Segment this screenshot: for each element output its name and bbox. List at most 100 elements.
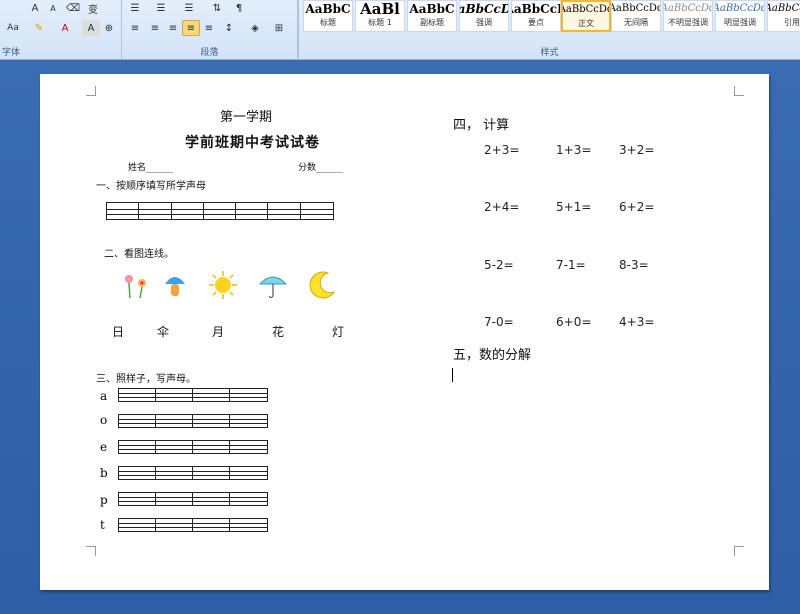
line-spacing-icon[interactable]: ↕ (220, 20, 238, 36)
font-color-icon[interactable]: A (56, 20, 74, 36)
phonetic-guide-icon[interactable]: 变 (84, 0, 102, 16)
calc-item: 5-2= (484, 258, 514, 272)
shrink-font-icon[interactable]: A (44, 0, 62, 16)
grid-cell (236, 203, 269, 219)
style-name: 明显强调 (724, 18, 756, 27)
pinyin-letter: b (100, 466, 108, 480)
style-option[interactable]: AaBbCcDd 正文 (561, 0, 611, 32)
shading-icon[interactable]: ◈ (246, 20, 264, 36)
style-name: 标题 (320, 18, 336, 27)
distributed-icon[interactable]: ≡ (200, 20, 218, 36)
calc-item: 4+3= (619, 315, 655, 329)
pinyin-grid (118, 466, 268, 480)
moon-icon (308, 270, 338, 300)
style-option[interactable]: AaBbCcDd 明显强调 (715, 0, 765, 32)
char-moon: 月 (212, 325, 225, 339)
calc-item: 8-3= (619, 258, 649, 272)
margin-corner-mark (734, 546, 744, 556)
style-option[interactable]: AaBl 标题 1 (355, 0, 405, 32)
style-sample: AaBbC (305, 2, 351, 16)
style-option[interactable]: AaBbC 副标题 (407, 0, 457, 32)
style-option[interactable]: AaBbC 标题 (303, 0, 353, 32)
grid-cell (300, 203, 333, 219)
sort-icon[interactable]: ⇅ (208, 0, 226, 16)
char-sun: 日 (112, 325, 125, 339)
pinyin-letter: t (100, 518, 105, 532)
style-sample: AaBbCcDd (561, 4, 611, 15)
margin-corner-mark (86, 86, 96, 96)
style-option[interactable]: AaBbCcDd 强调 (459, 0, 509, 32)
show-marks-icon[interactable]: ¶ (230, 0, 248, 16)
name-field: 姓名______ (128, 163, 174, 173)
style-sample: AaBbCcDd (611, 3, 661, 14)
section-2-heading: 二、看图连线。 (104, 249, 174, 260)
document-page[interactable]: 第一学期 学前班期中考试试卷 姓名______ 分数______ 一、按顺序填写… (40, 74, 769, 590)
section-4-heading: 四， 计算 (453, 118, 510, 133)
style-sample: AaBbCcDd (715, 3, 765, 14)
calc-item: 1+3= (556, 143, 592, 157)
pinyin-grid (118, 440, 268, 454)
font-group-label: 字体 (2, 48, 21, 58)
writing-grid (106, 202, 334, 220)
margin-corner-mark (86, 546, 96, 556)
style-option[interactable]: AaBbCcD 要点 (511, 0, 561, 32)
umbrella-icon (258, 270, 288, 300)
pinyin-letter: e (100, 440, 108, 454)
calc-item: 6+2= (619, 200, 655, 214)
pinyin-grid (118, 518, 268, 532)
style-name: 强调 (476, 18, 492, 27)
bullets-icon[interactable]: ☰ (126, 0, 144, 16)
calc-item: 2+3= (484, 143, 520, 157)
styles-gallery: 样式 AaBbC标题AaBl标题 1AaBbC副标题AaBbCcDd强调AaBb… (298, 0, 800, 60)
grow-font-icon[interactable]: A (26, 0, 44, 16)
font-group: A A ⌫ 变 Aa ✎ A A ⊕ 字体 (0, 0, 122, 60)
section-3-heading: 三、照样子，写声母。 (96, 374, 196, 385)
change-case-icon[interactable]: Aa (4, 20, 22, 36)
calc-item: 6+0= (556, 315, 592, 329)
style-sample: AaBbC (409, 2, 455, 16)
style-sample: AaBl (360, 0, 400, 18)
calc-item: 7-0= (484, 315, 514, 329)
borders-icon[interactable]: ⊞ (270, 20, 288, 36)
pinyin-grid (118, 492, 268, 506)
section-1-heading: 一、按顺序填写所学声母 (96, 181, 206, 192)
style-name: 不明显强调 (668, 18, 708, 27)
style-option[interactable]: AaBbCcDd 引用 (767, 0, 800, 32)
align-center-icon[interactable]: ≡ (146, 20, 164, 36)
justify-icon[interactable]: ≡ (182, 20, 200, 36)
enclose-char-icon[interactable]: ⊕ (100, 20, 118, 36)
char-umbrella: 伞 (157, 325, 170, 339)
style-name: 引用 (784, 18, 800, 27)
style-name: 副标题 (420, 18, 444, 27)
numbering-icon[interactable]: ☰ (152, 0, 170, 16)
style-sample: AaBbCcD (512, 2, 560, 16)
style-name: 无间隔 (624, 18, 648, 27)
pinyin-grid (118, 414, 268, 428)
grid-cell (107, 203, 140, 219)
style-option[interactable]: AaBbCcDd 不明显强调 (663, 0, 713, 32)
grid-cell (171, 203, 204, 219)
score-field: 分数______ (298, 163, 344, 173)
style-name: 标题 1 (368, 18, 392, 27)
styles-group-label: 样式 (540, 48, 559, 58)
clear-format-icon[interactable]: ⌫ (64, 0, 82, 16)
highlight-icon[interactable]: ✎ (30, 20, 48, 36)
multilevel-list-icon[interactable]: ☰ (180, 0, 198, 16)
style-name: 要点 (528, 18, 544, 27)
align-left-icon[interactable]: ≡ (126, 20, 144, 36)
document-workspace: 第一学期 学前班期中考试试卷 姓名______ 分数______ 一、按顺序填写… (0, 60, 800, 614)
align-right-icon[interactable]: ≡ (164, 20, 182, 36)
section-5-heading: 五，数的分解 (453, 348, 532, 363)
char-flower: 花 (272, 325, 285, 339)
exam-title: 学前班期中考试试卷 (185, 135, 320, 151)
ribbon: A A ⌫ 变 Aa ✎ A A ⊕ 字体 ☰ ☰ ☰ ⇅ ¶ ≡ ≡ ≡ ≡ … (0, 0, 800, 60)
pinyin-grid (118, 388, 268, 402)
char-shading-icon[interactable]: A (82, 20, 100, 36)
grid-cell (268, 203, 301, 219)
style-option[interactable]: AaBbCcDd 无间隔 (611, 0, 661, 32)
calc-item: 3+2= (619, 143, 655, 157)
mushroom-lamp-icon (160, 270, 190, 300)
pinyin-letter: p (100, 493, 108, 507)
style-name: 正文 (578, 19, 594, 28)
sun-icon (208, 270, 238, 300)
